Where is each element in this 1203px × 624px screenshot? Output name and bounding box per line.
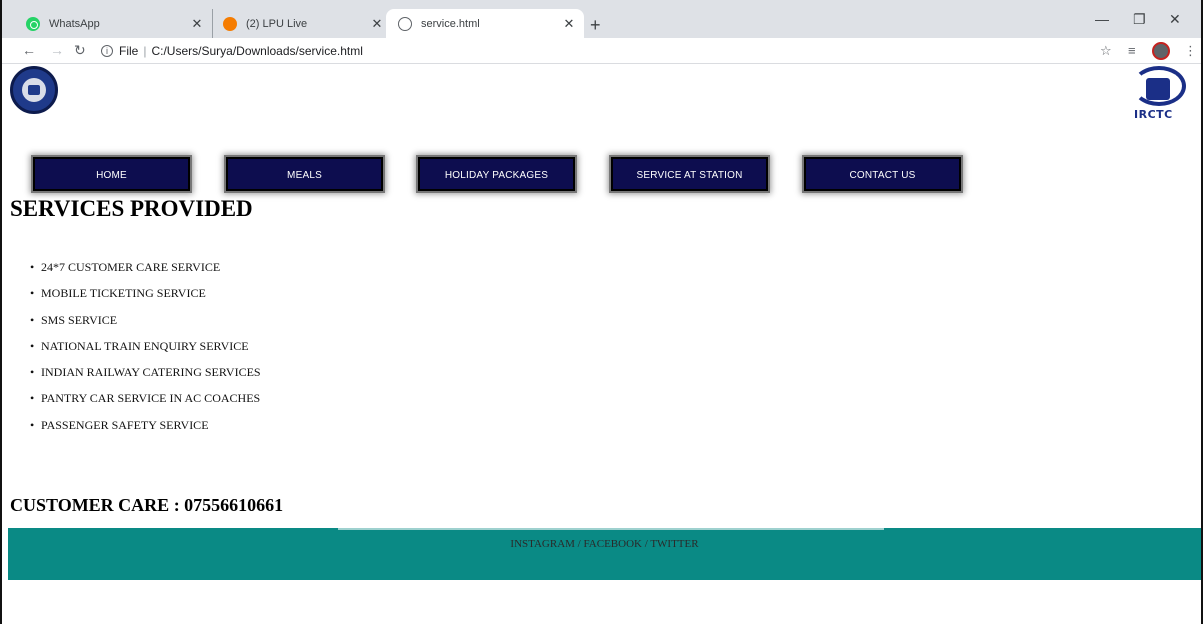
irctc-logo: IRCTC (1128, 64, 1198, 128)
close-icon[interactable]: ✕ (190, 16, 204, 32)
address-scheme: File (119, 44, 139, 58)
browser-toolbar: ← → ↻ i File | C:/Users/Surya/Downloads/… (0, 38, 1203, 64)
footer-divider (338, 528, 884, 530)
tab-label: WhatsApp (49, 17, 100, 30)
browser-tab-strip: WhatsApp ✕ (2) LPU Live ✕ service.html ✕… (0, 0, 1203, 38)
page-title: SERVICES PROVIDED (10, 196, 253, 221)
address-separator: | (143, 44, 147, 58)
customer-care-number: CUSTOMER CARE : 07556610661 (10, 495, 284, 515)
nav-meals-button[interactable]: MEALS (226, 157, 383, 191)
list-item: INDIAN RAILWAY CATERING SERVICES (30, 363, 261, 389)
tab-label: service.html (421, 17, 480, 30)
maximize-icon[interactable]: ❐ (1133, 11, 1146, 28)
window-close-icon[interactable]: ✕ (1169, 11, 1181, 28)
footer: INSTAGRAM / FACEBOOK / TWITTER (8, 528, 1201, 580)
irctc-mark-icon (1146, 78, 1170, 100)
nav-service-at-station-button[interactable]: SERVICE AT STATION (611, 157, 768, 191)
services-list: 24*7 CUSTOMER CARE SERVICE MOBILE TICKET… (30, 258, 261, 442)
lpu-icon (223, 16, 237, 31)
back-arrow-icon[interactable]: ← (22, 42, 36, 58)
indian-railways-logo-icon (10, 66, 58, 114)
list-item: MOBILE TICKETING SERVICE (30, 284, 261, 310)
new-tab-button[interactable]: + (590, 15, 601, 36)
list-item: PASSENGER SAFETY SERVICE (30, 416, 261, 442)
tab-lpu-live[interactable]: (2) LPU Live ✕ (212, 9, 392, 38)
address-path: C:/Users/Surya/Downloads/service.html (151, 44, 363, 58)
reading-list-icon[interactable]: ≡ (1128, 43, 1136, 58)
tab-service-html[interactable]: service.html ✕ (386, 9, 584, 38)
whatsapp-icon (26, 16, 40, 31)
reload-icon[interactable]: ↻ (74, 42, 86, 59)
list-item: SMS SERVICE (30, 311, 261, 337)
minimize-icon[interactable]: — (1095, 11, 1109, 27)
tab-whatsapp[interactable]: WhatsApp ✕ (14, 9, 212, 38)
list-item: PANTRY CAR SERVICE IN AC COACHES (30, 389, 261, 415)
irctc-logo-text: IRCTC (1134, 108, 1173, 121)
forward-arrow-icon[interactable]: → (50, 42, 64, 58)
list-item: NATIONAL TRAIN ENQUIRY SERVICE (30, 337, 261, 363)
nav-holiday-packages-button[interactable]: HOLIDAY PACKAGES (418, 157, 575, 191)
menu-icon[interactable]: ⋮ (1184, 43, 1197, 59)
star-icon[interactable]: ☆ (1100, 43, 1112, 59)
address-bar[interactable]: i File | C:/Users/Surya/Downloads/servic… (95, 41, 1085, 61)
footer-social-links[interactable]: INSTAGRAM / FACEBOOK / TWITTER (8, 538, 1201, 550)
close-icon[interactable]: ✕ (562, 16, 576, 32)
tab-label: (2) LPU Live (246, 17, 308, 30)
info-icon[interactable]: i (101, 45, 113, 57)
nav-home-button[interactable]: HOME (33, 157, 190, 191)
profile-avatar-icon[interactable] (1152, 42, 1170, 60)
list-item: 24*7 CUSTOMER CARE SERVICE (30, 258, 261, 284)
globe-icon (398, 16, 412, 31)
nav-contact-us-button[interactable]: CONTACT US (804, 157, 961, 191)
close-icon[interactable]: ✕ (370, 16, 384, 32)
